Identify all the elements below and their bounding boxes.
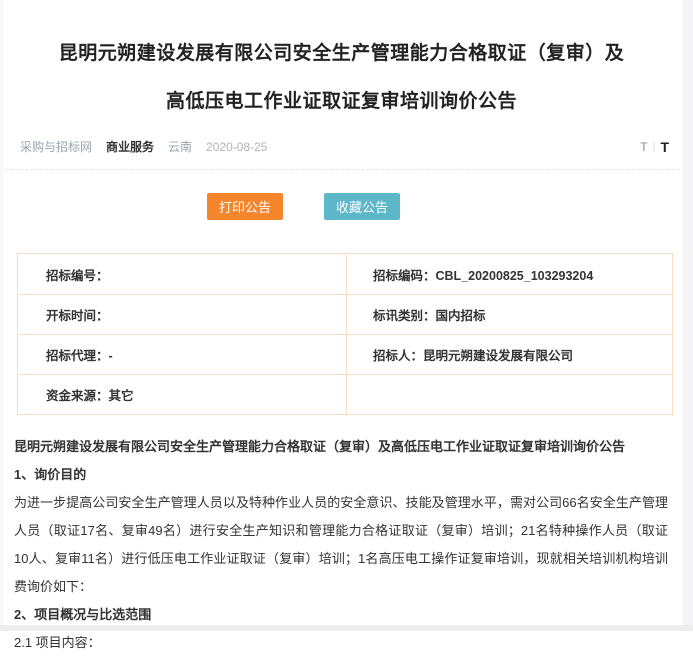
section2-title: 2、项目概况与比选范围 xyxy=(14,601,668,629)
page-title: 昆明元朔建设发展有限公司安全生产管理能力合格取证（复审）及 高低压电工作业证取证… xyxy=(10,30,673,126)
table-row: 开标时间： 标讯类别：国内招标 xyxy=(18,294,672,334)
section1-paragraph: 为进一步提高公司安全生产管理人员以及特种作业人员的安全意识、技能及管理水平，需对… xyxy=(14,489,668,601)
favorite-announcement-button[interactable]: 收藏公告 xyxy=(324,193,400,220)
font-size-toggle: T | T xyxy=(640,139,669,155)
tender-info-table: 招标编号： 招标编码：CBL_20200825_103293204 开标时间： … xyxy=(17,253,673,415)
notice-type-cell: 标讯类别：国内招标 xyxy=(347,295,672,334)
open-time-cell: 开标时间： xyxy=(18,295,347,334)
font-smaller-button[interactable]: T xyxy=(640,140,647,154)
empty-cell xyxy=(347,375,672,414)
action-buttons: 打印公告 收藏公告 xyxy=(207,193,400,220)
breadcrumb-source-link[interactable]: 采购与招标网 xyxy=(20,138,92,155)
body-heading: 昆明元朔建设发展有限公司安全生产管理能力合格取证（复审）及高低压电工作业证取证复… xyxy=(14,433,668,461)
tenderee-cell: 招标人：昆明元朔建设发展有限公司 xyxy=(347,335,672,374)
table-row: 招标编号： 招标编码：CBL_20200825_103293204 xyxy=(18,254,672,294)
breadcrumb-category-link[interactable]: 商业服务 xyxy=(106,138,154,155)
tender-code-cell: 招标编码：CBL_20200825_103293204 xyxy=(347,254,672,294)
page-title-line2: 高低压电工作业证取证复审培训询价公告 xyxy=(166,91,517,112)
dotted-separator xyxy=(5,169,680,170)
section2-subheading: 2.1 项目内容： xyxy=(14,629,668,657)
fund-source-cell: 资金来源：其它 xyxy=(18,375,347,414)
breadcrumb-region-link[interactable]: 云南 xyxy=(168,138,192,155)
meta-row: 采购与招标网 商业服务 云南 2020-08-25 T | T xyxy=(20,138,669,155)
page-title-line1: 昆明元朔建设发展有限公司安全生产管理能力合格取证（复审）及 xyxy=(59,43,625,64)
page-right-gutter xyxy=(683,0,693,631)
print-announcement-button[interactable]: 打印公告 xyxy=(207,193,283,220)
announcement-body: 昆明元朔建设发展有限公司安全生产管理能力合格取证（复审）及高低压电工作业证取证复… xyxy=(14,433,668,657)
font-toggle-divider: | xyxy=(653,141,656,153)
tender-number-cell: 招标编号： xyxy=(18,254,347,294)
font-larger-button[interactable]: T xyxy=(660,139,669,155)
table-row: 资金来源：其它 xyxy=(18,374,672,414)
section1-title: 1、询价目的 xyxy=(14,461,668,489)
publish-date: 2020-08-25 xyxy=(206,140,267,154)
page-left-gutter xyxy=(0,0,3,631)
table-row: 招标代理：- 招标人：昆明元朔建设发展有限公司 xyxy=(18,334,672,374)
tender-agent-cell: 招标代理：- xyxy=(18,335,347,374)
